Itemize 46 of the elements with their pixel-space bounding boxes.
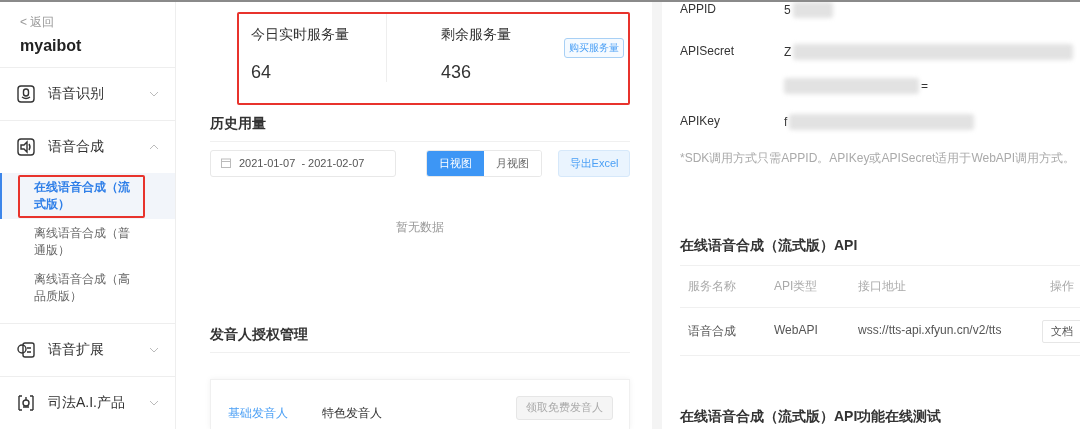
stat-value: 64 bbox=[251, 62, 273, 83]
credential-label: APISecret bbox=[680, 43, 736, 60]
date-range-text: 2021-01-07 - 2021-02-07 bbox=[239, 157, 365, 170]
document-icon bbox=[16, 340, 36, 360]
menu-group[interactable]: 语音扩展 bbox=[0, 324, 175, 376]
table-cell: WebAPI bbox=[766, 308, 850, 356]
empty-text: 暂无数据 bbox=[396, 219, 444, 234]
chevron-down-icon bbox=[149, 400, 159, 406]
column-header: API类型 bbox=[766, 266, 850, 308]
note-text: *SDK调用方式只需APPID。APIKey或APISecret适用于WebAPI调用方式。 bbox=[680, 150, 1077, 167]
tab[interactable]: 特色发音人 bbox=[322, 404, 382, 422]
submenu-item[interactable]: 在线语音合成（流式版） bbox=[0, 173, 175, 219]
scales-icon bbox=[16, 393, 36, 413]
table-cell: wss://tts-api.xfyun.cn/v2/tts bbox=[850, 308, 1042, 356]
chevron-up-icon bbox=[149, 144, 159, 150]
column-header: 服务名称 bbox=[680, 266, 766, 308]
section-title: 发音人授权管理 bbox=[210, 315, 630, 353]
chevron-down-icon bbox=[149, 91, 159, 97]
column-header: 操作 bbox=[1042, 266, 1080, 308]
table-cell: 语音合成 bbox=[680, 308, 766, 356]
section-title: 在线语音合成（流式版）API bbox=[680, 167, 1080, 266]
section-title: 历史用量 bbox=[210, 104, 630, 142]
submenu-item[interactable]: 离线语音合成（高品质版） bbox=[0, 265, 175, 311]
redaction-blur bbox=[792, 2, 833, 18]
credential-value: f bbox=[784, 115, 788, 129]
microphone-icon bbox=[16, 84, 36, 104]
stat-label: 剩余服务量 bbox=[441, 26, 512, 44]
menu-group[interactable]: 语音识别 bbox=[0, 68, 175, 120]
docs-button[interactable]: 文档 bbox=[1042, 320, 1080, 343]
column-header: 接口地址 bbox=[850, 266, 1042, 308]
section-title: 在线语音合成（流式版）API功能在线测试 bbox=[680, 356, 1080, 429]
credential-value: = bbox=[921, 79, 928, 93]
speaker-icon bbox=[16, 137, 36, 157]
stat-label: 今日实时服务量 bbox=[251, 26, 350, 44]
credential-label: APPID bbox=[680, 2, 717, 18]
submenu-item[interactable]: 离线语音合成（普通版） bbox=[0, 219, 175, 265]
date-range-field[interactable]: 2021-01-07 - 2021-02-07 bbox=[210, 149, 396, 177]
app-name: myaibot bbox=[0, 31, 175, 68]
menu-group[interactable]: 语音合成 bbox=[0, 121, 175, 173]
credential-value: 5 bbox=[784, 3, 791, 17]
calendar-icon bbox=[221, 158, 231, 169]
menu-group[interactable]: 司法A.I.产品 bbox=[0, 377, 175, 429]
chevron-down-icon bbox=[149, 347, 159, 353]
credential-label: APIKey bbox=[680, 113, 722, 130]
credential-value: Z bbox=[784, 45, 792, 59]
stat-value: 436 bbox=[441, 62, 473, 83]
